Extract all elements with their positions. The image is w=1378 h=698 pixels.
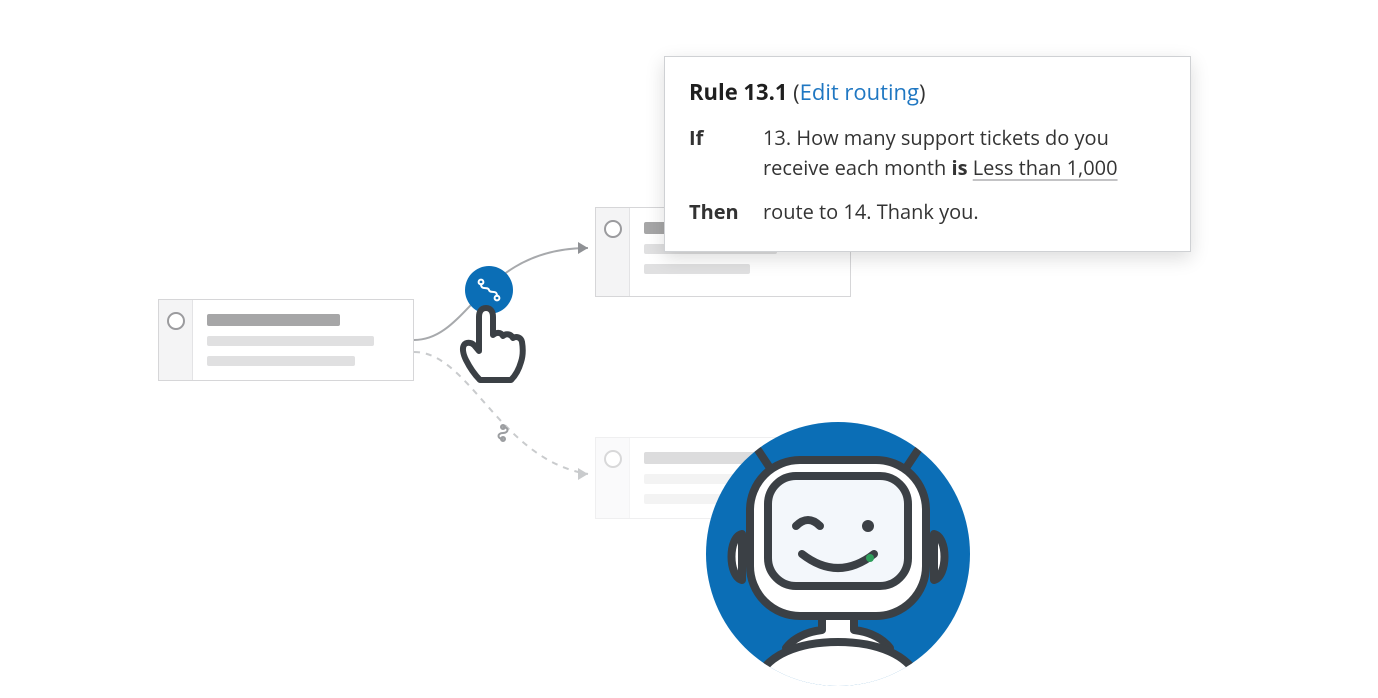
card-body [193,300,413,380]
tooltip-then-row: Then route to 14. Thank you. [689,197,1166,227]
if-label: If [689,123,743,183]
tooltip-title: Rule 13.1 [689,77,787,107]
tooltip-header: Rule 13.1 (Edit routing) [689,77,1166,107]
placeholder-line [207,336,374,346]
pointer-cursor-icon [456,302,530,388]
then-text: route to 14. Thank you. [763,197,979,227]
placeholder-line [207,356,355,366]
tooltip-if-row: If 13. How many support tickets do you r… [689,123,1166,183]
radio-unchecked-icon [604,220,622,238]
radio-unchecked-icon [604,450,622,468]
then-label: Then [689,197,743,227]
if-value: Less than 1,000 [973,154,1118,181]
if-is: is [951,154,967,181]
placeholder-title [207,314,340,326]
diagram-stage: Rule 13.1 (Edit routing) If 13. How many… [0,0,1378,698]
card-gutter [596,438,630,518]
card-gutter [159,300,193,380]
rule-tooltip: Rule 13.1 (Edit routing) If 13. How many… [664,56,1191,252]
robot-mascot-icon [698,414,978,694]
radio-unchecked-icon [167,312,185,330]
placeholder-line [644,264,750,274]
edit-routing-link[interactable]: Edit routing [800,77,919,107]
if-clause: 13. How many support tickets do you rece… [763,123,1166,183]
route-icon [476,277,502,303]
card-gutter [596,208,630,296]
card-source [158,299,414,381]
